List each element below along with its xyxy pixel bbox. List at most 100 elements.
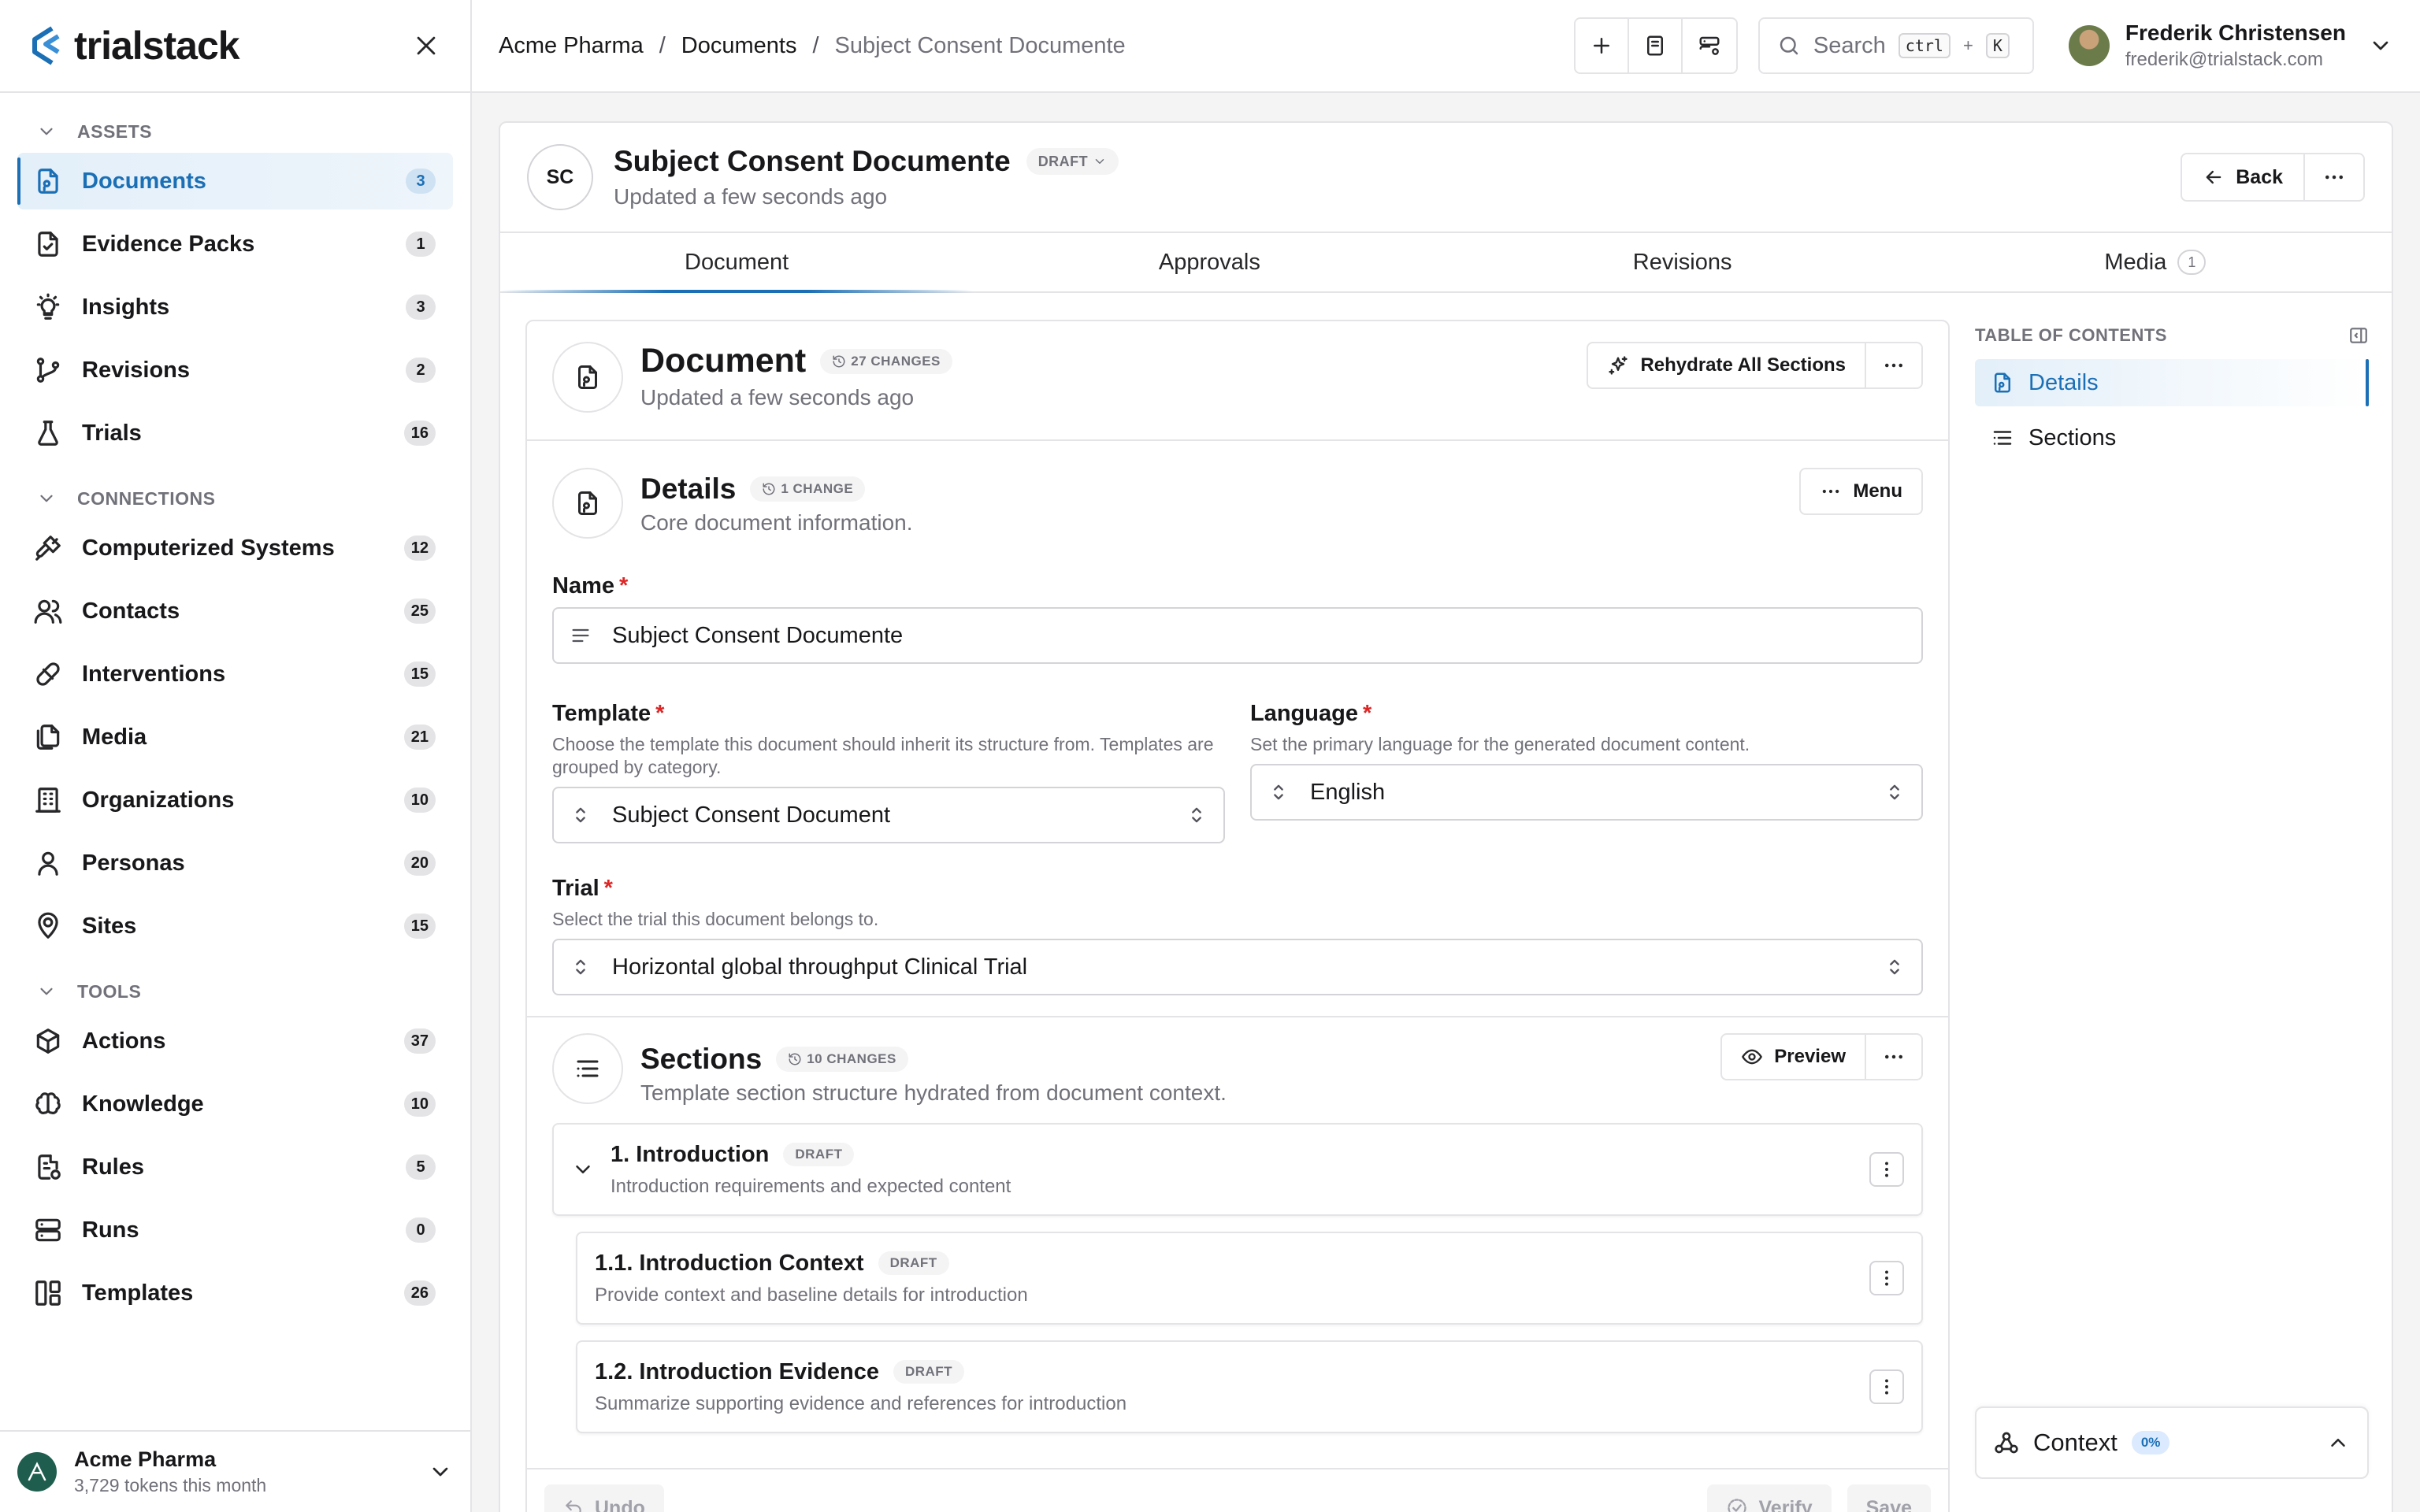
status-badge: DRAFT <box>878 1251 949 1275</box>
breadcrumb-separator: / <box>659 32 666 58</box>
sidebar: trialstack ASSETS Documents 3 Evidence P… <box>0 0 472 1512</box>
breadcrumb-documents[interactable]: Documents <box>681 33 797 59</box>
arrow-left-icon <box>2206 170 2221 184</box>
servers-button[interactable] <box>1683 19 1736 72</box>
required-marker: * <box>1362 701 1372 726</box>
user-menu[interactable]: Frederik Christensen frederik@trialstack… <box>2068 20 2393 71</box>
section-options-button[interactable] <box>1869 1152 1904 1187</box>
tab-media[interactable]: Media 1 <box>1919 233 2392 291</box>
tab-bar: Document Approvals Revisions Media 1 <box>500 233 2392 293</box>
rehydrate-all-button[interactable]: Rehydrate All Sections <box>1588 343 1865 387</box>
sidebar-item-label: Documents <box>82 168 206 194</box>
chevron-down-icon[interactable] <box>571 1158 595 1181</box>
history-icon <box>833 355 845 367</box>
sidebar-item-label: Trials <box>82 420 142 446</box>
table-of-contents: TABLE OF CONTENTS Details Sections <box>1975 320 2369 461</box>
sidebar-item-insights[interactable]: Insights 3 <box>17 279 453 335</box>
network-icon <box>1995 1432 2018 1454</box>
chevron-down-icon[interactable] <box>428 1459 453 1484</box>
close-icon <box>417 36 436 55</box>
sections-actions: Preview <box>1720 1033 1923 1080</box>
search-input[interactable]: Search ctrl + K <box>1757 17 2034 74</box>
logo[interactable]: trialstack <box>28 23 240 69</box>
sidebar-item-personas[interactable]: Personas 20 <box>17 835 453 891</box>
status-dropdown[interactable]: DRAFT <box>1026 148 1119 175</box>
toc-item-details[interactable]: Details <box>1975 359 2369 406</box>
sidebar-item-interventions[interactable]: Interventions 15 <box>17 646 453 702</box>
count-badge: 3 <box>406 295 436 320</box>
count-badge: 15 <box>403 662 436 687</box>
section-item[interactable]: 1.1. Introduction Context DRAFT Provide … <box>576 1232 1923 1325</box>
sections-more-button[interactable] <box>1865 1035 1921 1079</box>
sidebar-item-media[interactable]: Media 21 <box>17 709 453 765</box>
sidebar-group-tools: TOOLS Actions 37 Knowledge 10 Rules 5 Ru… <box>0 970 470 1321</box>
field-help: Set the primary language for the generat… <box>1250 734 1750 754</box>
create-button[interactable] <box>1576 19 1629 72</box>
sidebar-item-runs[interactable]: Runs 0 <box>17 1202 453 1258</box>
breadcrumb-separator: / <box>812 32 819 58</box>
close-sidebar-button[interactable] <box>410 30 442 61</box>
details-header: Details 1 CHANGE Core document informati… <box>527 468 1948 539</box>
tab-approvals[interactable]: Approvals <box>973 233 1446 291</box>
section-options-button[interactable] <box>1869 1261 1904 1295</box>
verify-button[interactable]: Verify <box>1706 1484 1832 1512</box>
org-switcher[interactable]: Acme Pharma 3,729 tokens this month <box>0 1430 470 1512</box>
org-avatar <box>17 1452 57 1492</box>
section-item[interactable]: 1. Introduction DRAFT Introduction requi… <box>552 1123 1923 1216</box>
tab-label: Document <box>685 249 789 275</box>
breadcrumb-org[interactable]: Acme Pharma <box>499 33 644 59</box>
eye-icon <box>1742 1049 1763 1065</box>
sidebar-item-evidence-packs[interactable]: Evidence Packs 1 <box>17 216 453 272</box>
notes-button[interactable] <box>1629 19 1683 72</box>
back-button[interactable]: Back <box>2182 154 2303 200</box>
breadcrumb: Acme Pharma / Documents / Subject Consen… <box>499 33 1126 59</box>
section-item-title: 1.2. Introduction Evidence <box>595 1358 879 1384</box>
sidebar-item-knowledge[interactable]: Knowledge 10 <box>17 1076 453 1132</box>
sidebar-item-computerized-systems[interactable]: Computerized Systems 12 <box>17 520 453 576</box>
name-input[interactable]: Subject Consent Documente <box>552 607 1923 664</box>
chevrons-up-down-icon <box>1192 807 1201 823</box>
sidebar-item-contacts[interactable]: Contacts 25 <box>17 583 453 639</box>
menu-button[interactable]: Menu <box>1801 469 1921 513</box>
section-options-button[interactable] <box>1869 1369 1904 1404</box>
document-card: SC Subject Consent Documente DRAFT Updat… <box>499 121 2393 1512</box>
changes-badge: 10 CHANGES <box>776 1047 908 1072</box>
flask-icon <box>38 421 58 446</box>
sidebar-item-actions[interactable]: Actions 37 <box>17 1013 453 1069</box>
field-label: Language <box>1250 701 1358 726</box>
sidebar-item-templates[interactable]: Templates 26 <box>17 1265 453 1321</box>
section-item[interactable]: 1.2. Introduction Evidence DRAFT Summari… <box>576 1340 1923 1433</box>
sidebar-item-sites[interactable]: Sites 15 <box>17 898 453 954</box>
search-placeholder: Search <box>1813 32 1886 58</box>
panel-collapse-icon[interactable] <box>2348 325 2369 346</box>
changes-badge: 27 CHANGES <box>820 348 952 374</box>
sidebar-group-toggle-tools[interactable]: TOOLS <box>17 970 453 1013</box>
org-name: Acme Pharma <box>74 1447 217 1471</box>
sidebar-group-toggle-connections[interactable]: CONNECTIONS <box>17 477 453 520</box>
sidebar-item-revisions[interactable]: Revisions 2 <box>17 342 453 398</box>
count-badge: 1 <box>2177 250 2207 275</box>
sidebar-item-trials[interactable]: Trials 16 <box>17 405 453 461</box>
sidebar-group-toggle-assets[interactable]: ASSETS <box>17 110 453 153</box>
sidebar-item-documents[interactable]: Documents 3 <box>17 153 453 209</box>
undo-button[interactable]: Undo <box>544 1484 664 1512</box>
toc-item-sections[interactable]: Sections <box>1975 414 2369 461</box>
preview-button[interactable]: Preview <box>1722 1035 1865 1079</box>
context-panel-toggle[interactable]: Context 0% <box>1975 1406 2369 1479</box>
list-tree-icon <box>577 1060 599 1077</box>
template-select[interactable]: Subject Consent Document <box>552 787 1225 843</box>
save-button[interactable]: Save <box>1847 1484 1931 1512</box>
name-field: Name * Subject Consent Documente <box>552 573 1923 664</box>
section-title: Details <box>640 472 737 505</box>
language-select[interactable]: English <box>1250 764 1923 821</box>
tab-revisions[interactable]: Revisions <box>1446 233 1919 291</box>
sidebar-item-organizations[interactable]: Organizations 10 <box>17 772 453 828</box>
trial-select[interactable]: Horizontal global throughput Clinical Tr… <box>552 939 1923 995</box>
trial-field: Trial * Select the trial this document be… <box>552 876 1923 995</box>
tab-document[interactable]: Document <box>500 233 974 293</box>
field-label: Trial <box>552 876 599 901</box>
more-button[interactable] <box>2303 154 2363 200</box>
sidebar-item-rules[interactable]: Rules 5 <box>17 1139 453 1195</box>
document-more-button[interactable] <box>1865 343 1921 387</box>
section-item-description: Provide context and baseline details for… <box>595 1284 1028 1306</box>
